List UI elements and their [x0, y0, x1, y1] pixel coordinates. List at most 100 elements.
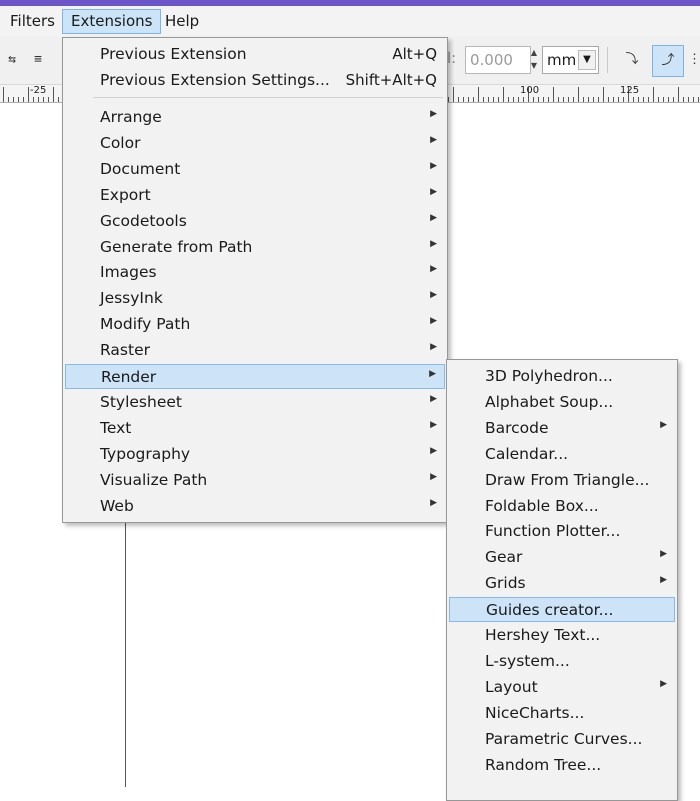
render-item-barcode[interactable]: Barcode ▶ — [449, 416, 675, 441]
ruler-tick — [673, 97, 674, 102]
menu-item-color[interactable]: Color ▶ — [65, 131, 445, 156]
submenu-arrow-icon: ▶ — [430, 264, 437, 275]
submenu-arrow-icon: ▶ — [430, 212, 437, 223]
ruler-tick — [638, 97, 639, 102]
ruler-tick — [453, 87, 454, 102]
render-item-parametric-curves[interactable]: Parametric Curves... — [449, 727, 675, 752]
render-item-3d-polyhedron[interactable]: 3D Polyhedron... — [449, 364, 675, 389]
ruler-tick — [518, 97, 519, 102]
ruler-tick — [698, 97, 699, 102]
menu-item-render[interactable]: Render ▶ — [65, 364, 445, 389]
menu-item-label: Gear — [485, 548, 523, 567]
spin-arrows-icon[interactable]: ▲ ▼ — [528, 46, 540, 74]
chevron-down-icon[interactable]: ▼ — [578, 50, 596, 70]
ruler-tick — [478, 87, 479, 102]
ruler-tick — [38, 97, 39, 102]
render-item-guides-creator[interactable]: Guides creator... — [449, 597, 675, 623]
ruler-tick — [43, 97, 44, 102]
ruler-tick — [613, 97, 614, 102]
render-item-foldable-box[interactable]: Foldable Box... — [449, 494, 675, 519]
render-item-l-system[interactable]: L-system... — [449, 649, 675, 674]
ruler-tick — [608, 97, 609, 102]
menu-item-export[interactable]: Export ▶ — [65, 183, 445, 208]
ruler-tick — [3, 87, 4, 102]
menu-item-label: Web — [100, 496, 134, 515]
menu-item-visualize-path[interactable]: Visualize Path ▶ — [65, 468, 445, 493]
submenu-arrow-icon: ▶ — [430, 471, 437, 482]
menu-item-label: Barcode — [485, 418, 549, 437]
menu-item-stylesheet[interactable]: Stylesheet ▶ — [65, 390, 445, 415]
render-item-draw-from-triangle[interactable]: Draw From Triangle... — [449, 468, 675, 493]
menu-item-previous-extension[interactable]: Previous Extension Alt+Q — [65, 42, 445, 67]
ruler-tick — [23, 97, 24, 102]
ruler-tick — [513, 97, 514, 102]
overflow-icon[interactable]: ⋮ — [688, 48, 700, 72]
menu-item-label: L-system... — [485, 651, 570, 670]
menu-item-label: Raster — [100, 341, 150, 360]
menu-item-text[interactable]: Text ▶ — [65, 416, 445, 441]
menu-item-gcodetools[interactable]: Gcodetools ▶ — [65, 209, 445, 234]
ruler-tick — [563, 97, 564, 102]
render-item-random-tree[interactable]: Random Tree... — [449, 753, 675, 778]
unit-value: mm — [547, 51, 577, 69]
menu-item-label: Draw From Triangle... — [485, 470, 650, 489]
menu-item-shortcut: Shift+Alt+Q — [345, 71, 437, 89]
ruler-tick — [658, 97, 659, 102]
submenu-arrow-icon: ▶ — [660, 678, 667, 689]
submenu-arrow-icon: ▶ — [430, 445, 437, 456]
menu-item-label: Parametric Curves... — [485, 729, 643, 748]
menu-item-images[interactable]: Images ▶ — [65, 260, 445, 285]
snap-active-icon[interactable]: ⤴ — [652, 45, 684, 77]
ruler-tick — [488, 97, 489, 102]
submenu-arrow-icon: ▶ — [660, 549, 667, 560]
render-item-function-plotter[interactable]: Function Plotter... — [449, 519, 675, 544]
menu-item-web[interactable]: Web ▶ — [65, 494, 445, 519]
menu-item-label: Modify Path — [100, 315, 191, 334]
menu-item-generate-from-path[interactable]: Generate from Path ▶ — [65, 235, 445, 260]
submenu-arrow-icon: ▶ — [430, 186, 437, 197]
menu-filters[interactable]: Filters — [2, 9, 63, 34]
render-item-nicecharts[interactable]: NiceCharts... — [449, 701, 675, 726]
render-item-calendar[interactable]: Calendar... — [449, 442, 675, 467]
menu-item-raster[interactable]: Raster ▶ — [65, 338, 445, 363]
extensions-menu: Previous Extension Alt+Q Previous Extensio… — [62, 37, 448, 523]
render-item-alphabet-soup[interactable]: Alphabet Soup... — [449, 390, 675, 415]
ruler-tick — [693, 97, 694, 102]
render-item-hershey-text[interactable]: Hershey Text... — [449, 623, 675, 648]
render-item-layout[interactable]: Layout ▶ — [449, 675, 675, 700]
menu-item-label: Images — [100, 263, 157, 282]
menu-item-arrange[interactable]: Arrange ▶ — [65, 105, 445, 130]
render-item-gear[interactable]: Gear ▶ — [449, 545, 675, 570]
menu-item-jessyink[interactable]: JessyInk ▶ — [65, 286, 445, 311]
toolbar-separator — [607, 47, 608, 73]
align-icon[interactable]: ⇆ — [0, 48, 24, 72]
menu-help[interactable]: Help — [157, 9, 207, 34]
snap-toggle-icon[interactable]: ⤵ — [620, 48, 644, 72]
ruler-tick — [448, 97, 449, 102]
menu-item-modify-path[interactable]: Modify Path ▶ — [65, 312, 445, 337]
menu-item-typography[interactable]: Typography ▶ — [65, 442, 445, 467]
render-item-grids[interactable]: Grids ▶ — [449, 571, 675, 596]
submenu-arrow-icon: ▶ — [430, 342, 437, 353]
text-direction-icon[interactable]: ≡ — [26, 48, 50, 72]
menu-item-label: Random Tree... — [485, 755, 602, 774]
menu-item-label: Typography — [100, 444, 191, 463]
menu-item-label: Calendar... — [485, 444, 569, 463]
value-spinbox[interactable]: 0.000 — [465, 46, 531, 74]
menu-extensions[interactable]: Extensions — [62, 9, 162, 34]
ruler-tick — [508, 97, 509, 102]
menu-item-label: JessyInk — [100, 289, 163, 308]
unit-select[interactable]: mm ▼ — [542, 46, 599, 74]
ruler-label: -25 — [30, 85, 47, 96]
menu-item-shortcut: Alt+Q — [392, 45, 437, 63]
menu-item-previous-extension-settings[interactable]: Previous Extension Settings... Shift+Alt+… — [65, 68, 445, 93]
ruler-tick — [583, 97, 584, 102]
ruler-label: 100 — [520, 85, 540, 96]
ruler-tick — [633, 97, 634, 102]
submenu-arrow-icon: ▶ — [430, 238, 437, 249]
menu-item-label: Render — [101, 368, 157, 386]
ruler-tick — [663, 97, 664, 102]
ruler-tick — [593, 97, 594, 102]
menu-item-document[interactable]: Document ▶ — [65, 157, 445, 182]
ruler-tick — [8, 97, 9, 102]
